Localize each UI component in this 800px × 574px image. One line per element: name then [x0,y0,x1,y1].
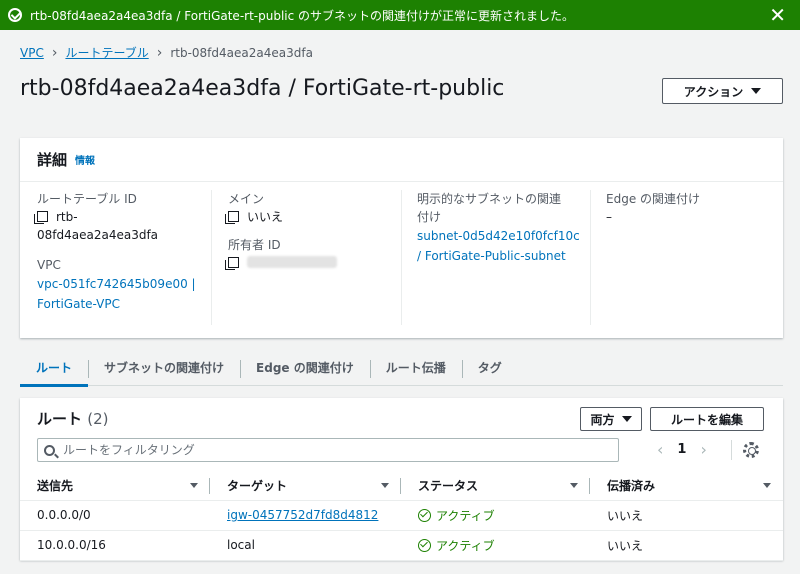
column-divider [211,190,212,325]
success-banner: rtb-08fd4aea2a4ea3dfa / FortiGate-rt-pub… [0,0,800,30]
owner-id-value [225,254,398,272]
cell-destination: 10.0.0.0/16 [20,530,210,561]
route-table-id-line2: 08fd4aea2a4ea3dfa [37,228,159,242]
tab-subnet-associations[interactable]: サブネットの関連付け [88,350,240,386]
chevron-right-icon: › [51,44,58,61]
cell-target: local [210,530,401,561]
vpc-label: VPC [37,258,61,272]
cell-propagated: いいえ [590,530,783,561]
details-title: 詳細 [37,151,68,169]
page-title: rtb-08fd4aea2a4ea3dfa / FortiGate-rt-pub… [20,76,505,101]
column-header-propagated[interactable]: 伝播済み [590,472,783,501]
edge-value: – [606,210,612,224]
column-divider [590,190,591,325]
sort-icon[interactable] [190,483,198,488]
routes-title: ルート (2) [37,410,109,428]
copy-icon[interactable] [34,211,48,224]
routes-panel: ルート (2) 両方 ルートを編集 ‹ 1 › 送信先 ターゲット ステータス … [20,398,783,561]
subnet-link-line1[interactable]: subnet-0d5d42e10f0fcf10c [417,226,589,246]
check-circle-icon [418,538,431,552]
column-header-status[interactable]: ステータス [401,472,590,501]
gear-icon[interactable] [743,442,759,458]
details-col-edge: Edge の関連付け – [606,190,776,226]
route-filter [37,438,619,462]
sort-icon[interactable] [381,483,389,488]
caret-down-icon [621,416,632,422]
details-panel: 詳細 情報 ルートテーブル ID rtb- 08fd4aea2a4ea3dfa … [20,138,783,338]
cell-target: igw-0457752d7fd8d4812 [210,500,401,531]
main-label: メイン [228,192,265,206]
table-header-row: 送信先 ターゲット ステータス 伝播済み [20,472,783,501]
breadcrumb: VPC › ルートテーブル › rtb-08fd4aea2a4ea3dfa [20,44,313,61]
actions-button-label: アクション [683,84,744,99]
pager-divider [731,440,732,460]
owner-id-label: 所有者 ID [228,238,281,252]
cell-propagated: いいえ [590,500,783,531]
banner-message: rtb-08fd4aea2a4ea3dfa / FortiGate-rt-pub… [30,8,575,23]
explicit-subnet-label-line2: 付け [417,210,442,224]
copy-icon[interactable] [225,257,239,270]
tab-route-propagation[interactable]: ルート伝播 [369,350,462,386]
copy-icon[interactable] [225,211,239,224]
cell-status: アクティブ [401,500,590,531]
redacted-owner-id [247,256,337,268]
route-table-id-label: ルートテーブル ID [37,192,137,206]
check-circle-icon [8,8,22,22]
cell-status: アクティブ [401,530,590,561]
column-divider [401,190,402,325]
info-link[interactable]: 情報 [75,152,95,167]
tab-tags[interactable]: タグ [461,350,518,386]
tab-edge-associations[interactable]: Edge の関連付け [240,350,370,386]
details-col-main: メイン いいえ 所有者 ID [225,190,398,272]
breadcrumb-route-tables[interactable]: ルートテーブル [65,44,148,61]
tab-routes[interactable]: ルート [20,350,89,387]
tab-bar: ルート サブネットの関連付け Edge の関連付け ルート伝播 タグ [20,350,783,387]
page-number[interactable]: 1 [677,442,686,457]
route-table-id-line1: rtb- [34,208,207,226]
explicit-subnet-label-line1: 明示的なサブネットの関連 [417,192,562,206]
sort-icon[interactable] [763,483,771,488]
filter-select-value: 両方 [590,412,615,427]
breadcrumb-vpc[interactable]: VPC [20,46,44,60]
status-badge: アクティブ [418,507,573,524]
close-icon[interactable]: ✕ [769,5,786,25]
actions-button[interactable]: アクション [662,78,783,104]
table-row: 0.0.0.0/0 igw-0457752d7fd8d4812 アクティブ いい… [20,500,783,531]
chevron-right-icon[interactable]: › [700,440,706,459]
sort-icon[interactable] [570,483,578,488]
search-icon [44,444,55,456]
route-filter-input[interactable] [63,443,593,457]
routes-table: 送信先 ターゲット ステータス 伝播済み 0.0.0.0/0 igw-04577… [20,472,783,561]
routes-count: (2) [87,410,109,428]
chevron-left-icon[interactable]: ‹ [657,440,663,459]
details-header: 詳細 情報 [20,138,783,182]
status-badge: アクティブ [418,537,573,554]
target-link[interactable]: igw-0457752d7fd8d4812 [227,508,378,522]
details-col-subnet: 明示的なサブネットの関連 付け subnet-0d5d42e10f0fcf10c… [417,190,589,266]
check-circle-icon [418,508,431,522]
filter-select[interactable]: 両方 [580,407,642,431]
details-col-route-table: ルートテーブル ID rtb- 08fd4aea2a4ea3dfa VPC vp… [34,190,207,314]
column-header-destination[interactable]: 送信先 [20,472,210,501]
chevron-right-icon: › [156,44,163,61]
main-value: いいえ [225,208,398,226]
pagination: ‹ 1 › [657,440,707,459]
column-header-target[interactable]: ターゲット [210,472,401,501]
vpc-link-line1[interactable]: vpc-051fc742645b09e00 | [37,274,207,294]
vpc-link-line2[interactable]: FortiGate-VPC [37,294,207,314]
edit-routes-button[interactable]: ルートを編集 [650,407,764,431]
table-row: 10.0.0.0/16 local アクティブ いいえ [20,530,783,561]
edge-label: Edge の関連付け [606,192,701,206]
caret-down-icon [751,88,762,94]
breadcrumb-current: rtb-08fd4aea2a4ea3dfa [170,45,313,60]
subnet-link-line2[interactable]: / FortiGate-Public-subnet [417,246,589,266]
cell-destination: 0.0.0.0/0 [20,500,210,531]
